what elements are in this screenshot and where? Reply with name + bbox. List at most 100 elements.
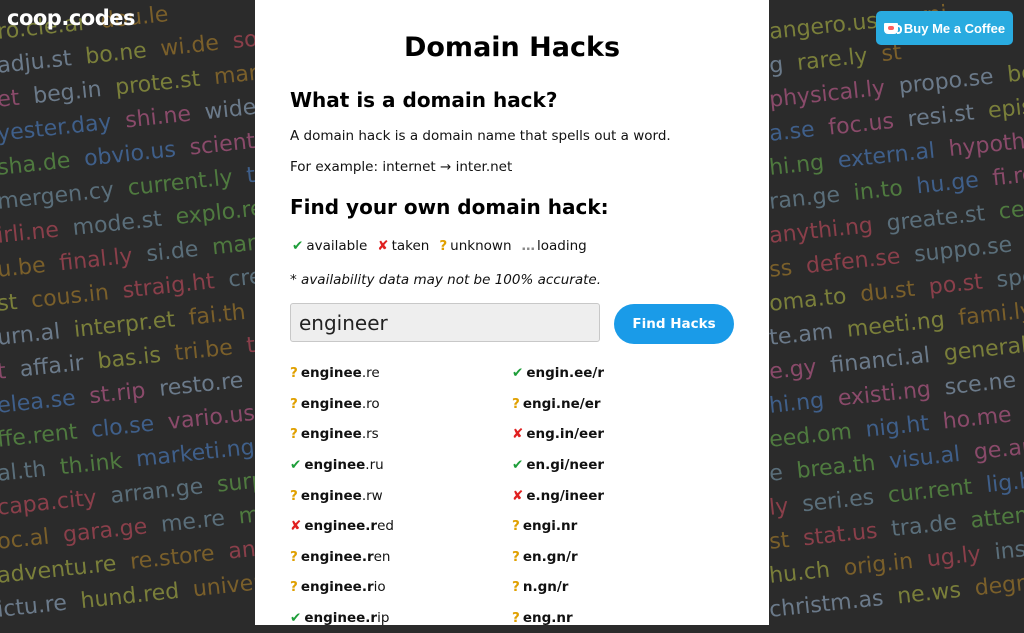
result-domain-rest: .re [361,365,380,382]
buy-me-a-coffee-label: Buy Me a Coffee [903,20,1006,36]
background-word: ictu.re [0,590,69,623]
background-word: ss [768,255,794,283]
background-word: capa.city [0,485,98,521]
result-item[interactable]: ✘ e.ng/ineer [512,480,604,511]
result-item[interactable]: ✔ enginee.ru [290,450,394,481]
background-word: urn.al [0,319,62,351]
result-item[interactable]: ? engi.nr [512,511,604,542]
result-domain[interactable]: enginee.rip [304,610,389,626]
legend-loading-label: loading [537,238,587,254]
result-item[interactable]: ? enginee.ren [290,542,394,573]
background-word: greate.st [885,201,987,237]
result-domain[interactable]: n.gn/r [523,579,569,595]
result-domain[interactable]: enginee.ro [301,396,380,412]
background-word: existi.ng [836,377,933,412]
background-word: marketi.ng [134,434,256,473]
background-word: ne.ws [895,577,963,610]
background-word: tra.de [890,510,958,543]
result-item[interactable]: ? enginee.ro [290,389,394,420]
result-item[interactable]: ✔ enginee.rip [290,603,394,633]
background-word: hi.ng [768,150,826,181]
result-domain-rest: ip [377,610,390,627]
background-word: st [0,289,19,317]
result-domain[interactable]: eng.nr [523,610,573,626]
result-domain[interactable]: enginee.re [301,365,380,381]
background-word: shi.ne [123,101,193,134]
result-domain[interactable]: enginee.ren [301,549,391,565]
background-word: st.rip [88,378,147,410]
buy-me-a-coffee-button[interactable]: Buy Me a Coffee [876,11,1013,45]
background-word: mergen.cy [0,177,116,215]
result-domain-rest: .ro [361,395,380,412]
background-word: resto.re [157,368,245,402]
result-item[interactable]: ✘ enginee.red [290,511,394,542]
site-logo[interactable]: coop.codes [7,6,135,30]
find-heading: Find your own domain hack: [290,195,609,219]
result-domain-match: engin.ee/r [526,365,605,382]
background-word: ran.ge [768,182,842,215]
background-word: seri.es [800,484,876,518]
background-word: bas.is [96,342,163,375]
word-search-input[interactable] [290,303,600,342]
result-item[interactable]: ✔ en.gi/neer [512,450,604,481]
result-domain[interactable]: enginee.rio [301,579,386,595]
background-word: u.be [0,252,47,283]
result-item[interactable]: ? enginee.rw [290,480,394,511]
result-domain[interactable]: e.ng/ineer [526,488,604,504]
cross-icon: ✘ [512,426,524,443]
background-word: attem.p [969,499,1024,534]
result-domain[interactable]: enginee.rw [301,488,383,504]
result-item[interactable]: ✘ eng.in/eer [512,419,604,450]
background-word: affa.ir [18,350,86,383]
question-icon: ? [512,548,520,565]
background-word: stat.us [801,518,879,552]
result-domain[interactable]: enginee.red [304,518,394,534]
background-word: eed.om [768,419,854,453]
result-item[interactable]: ? enginee.rio [290,572,394,603]
background-word: hi.ng [768,388,826,419]
background-word: ho.me [941,402,1013,435]
background-word: elea.se [0,385,77,419]
result-domain[interactable]: engi.nr [523,518,577,534]
result-item[interactable]: ? enginee.re [290,358,394,389]
result-item[interactable]: ? engi.ne/er [512,389,604,420]
legend-available: ✔ available [292,238,367,254]
background-word: general.ly [942,330,1024,367]
question-icon: ? [439,238,448,254]
background-word: brea.th [795,450,877,484]
result-item[interactable]: ? en.gn/r [512,542,604,573]
background-word: e.gy [768,355,818,385]
background-word: foc.us [827,108,896,141]
background-word: hypothes [947,126,1024,162]
background-word: oc.al [0,524,51,555]
result-domain[interactable]: engin.ee/r [526,365,604,381]
background-word: th.ink [58,448,124,481]
background-word: suppo.se [912,232,1014,268]
question-icon: ? [512,518,520,535]
main-panel: Domain Hacks What is a domain hack? A do… [255,0,769,626]
question-icon: ? [290,548,298,565]
background-word: cous.in [29,280,111,314]
result-domain[interactable]: engi.ne/er [523,396,601,412]
result-item[interactable]: ? n.gn/r [512,572,604,603]
result-domain[interactable]: eng.in/eer [526,426,604,442]
result-item[interactable]: ? eng.nr [512,603,604,633]
cross-icon: ✘ [290,518,302,535]
check-icon: ✔ [292,238,304,254]
background-word: fai.th [187,299,247,331]
result-domain[interactable]: en.gi/neer [526,457,604,473]
result-item[interactable]: ✔ engin.ee/r [512,358,604,389]
background-word: wi.de [159,30,221,62]
background-word: prote.st [114,66,202,101]
background-word: beg.in [31,77,103,110]
result-domain[interactable]: enginee.ru [304,457,383,473]
result-domain[interactable]: en.gn/r [523,549,578,565]
result-item[interactable]: ? enginee.rs [290,419,394,450]
find-hacks-button[interactable]: Find Hacks [614,304,734,344]
result-domain-rest: .ru [365,457,384,474]
background-word: episo.d [986,90,1024,124]
result-domain[interactable]: enginee.rs [301,426,379,442]
background-word: sha.de [0,148,72,181]
background-word: t [0,359,8,385]
result-domain-rest: io [373,579,386,596]
